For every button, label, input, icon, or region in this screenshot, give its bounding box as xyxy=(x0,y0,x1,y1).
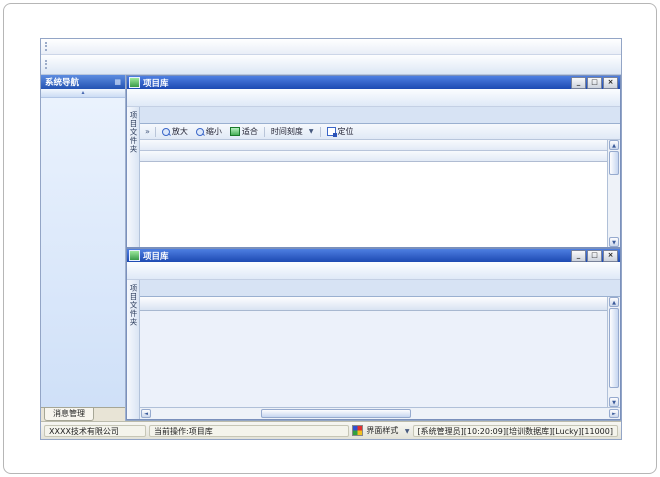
main-area: 系统导航 ▦ ▴ 消息管理 项目库 _ □ × xyxy=(41,75,621,421)
company-label: XXXX技术有限公司 xyxy=(44,425,146,437)
mdi-area: 项目库 _ □ × 项目文件夹 » 放大 xyxy=(126,75,621,421)
scroll-down-icon[interactable]: ▼ xyxy=(609,397,619,407)
current-operation-label: 当前操作:项目库 xyxy=(149,425,349,437)
gantt-toolbar: » 放大 缩小 适合 时间刻度▼ 定位 xyxy=(140,124,620,140)
sidebar-collapse-strip[interactable]: ▴ xyxy=(41,89,125,98)
scroll-thumb[interactable] xyxy=(609,151,619,175)
toolbar-overflow-icon[interactable]: » xyxy=(145,127,150,136)
session-info: [系统管理员][10:20:09][培训数据库][Lucky][11000] xyxy=(413,425,618,437)
window-title: 项目库 xyxy=(143,77,169,89)
scroll-right-icon[interactable]: ► xyxy=(609,409,619,418)
interface-style-button[interactable]: 界面样式 ▼ xyxy=(366,425,409,436)
fit-button[interactable]: 适合 xyxy=(226,126,262,137)
window-title: 项目库 xyxy=(143,250,169,262)
scroll-left-icon[interactable]: ◄ xyxy=(141,409,151,418)
minimize-icon[interactable]: _ xyxy=(571,77,586,89)
menu-bar xyxy=(41,39,621,55)
project-folder-side-tab[interactable]: 项目文件夹 xyxy=(127,107,140,247)
filter-bar xyxy=(127,262,620,280)
filter-bar xyxy=(127,89,620,107)
project-folder-side-tab[interactable]: 项目文件夹 xyxy=(127,280,140,419)
window-icon xyxy=(129,77,140,88)
magnifier-minus-icon xyxy=(196,128,204,136)
gantt-window-tabs xyxy=(140,107,620,124)
zoom-in-button[interactable]: 放大 xyxy=(158,126,192,137)
table-header xyxy=(140,297,607,311)
chevron-down-icon: ▼ xyxy=(309,128,314,135)
sidebar-bottom-tabs: 消息管理 xyxy=(41,407,125,421)
magnifier-plus-icon xyxy=(162,128,170,136)
sidebar-sections xyxy=(41,98,125,407)
minimize-icon[interactable]: _ xyxy=(571,250,586,262)
gantt-window-titlebar[interactable]: 项目库 _ □ × xyxy=(127,76,620,89)
project-library-progress-window: 项目库 _ □ × 项目文件夹 xyxy=(126,248,621,420)
table-horizontal-scrollbar[interactable]: ◄ ► xyxy=(140,407,620,419)
project-library-gantt-window: 项目库 _ □ × 项目文件夹 » 放大 xyxy=(126,75,621,248)
sidebar-title: 系统导航 ▦ xyxy=(41,75,125,89)
gantt-chart[interactable] xyxy=(140,162,607,247)
style-palette-icon xyxy=(352,425,363,436)
maximize-icon[interactable]: □ xyxy=(587,250,602,262)
app-window: 系统导航 ▦ ▴ 消息管理 项目库 _ □ × xyxy=(40,38,622,440)
chevron-down-icon: ▼ xyxy=(405,428,410,435)
tab-message-management[interactable]: 消息管理 xyxy=(44,408,94,421)
close-icon[interactable]: × xyxy=(603,77,618,89)
gantt-vertical-scrollbar[interactable]: ▲ ▼ xyxy=(607,140,620,247)
table-window-titlebar[interactable]: 项目库 _ □ × xyxy=(127,249,620,262)
maximize-icon[interactable]: □ xyxy=(587,77,602,89)
scroll-thumb[interactable] xyxy=(609,308,619,388)
window-icon xyxy=(129,250,140,261)
locate-icon xyxy=(327,127,336,136)
gantt-day-header xyxy=(140,151,607,162)
time-scale-button[interactable]: 时间刻度▼ xyxy=(267,126,318,137)
toolbar-grip xyxy=(45,60,49,69)
zoom-out-button[interactable]: 缩小 xyxy=(192,126,226,137)
sidebar: 系统导航 ▦ ▴ 消息管理 xyxy=(41,75,126,421)
sidebar-title-label: 系统导航 xyxy=(45,76,79,88)
menubar-grip xyxy=(45,42,49,51)
gantt-month-header xyxy=(140,140,607,151)
main-toolbar xyxy=(41,55,621,75)
scroll-up-icon[interactable]: ▲ xyxy=(609,140,619,150)
scroll-thumb[interactable] xyxy=(261,409,411,418)
close-icon[interactable]: × xyxy=(603,250,618,262)
sidebar-options-icon[interactable]: ▦ xyxy=(114,78,121,86)
status-bar: XXXX技术有限公司 当前操作:项目库 界面样式 ▼ [系统管理员][10:20… xyxy=(41,421,621,439)
scroll-down-icon[interactable]: ▼ xyxy=(609,237,619,247)
fit-icon xyxy=(230,127,240,136)
scroll-up-icon[interactable]: ▲ xyxy=(609,297,619,307)
table-window-tabs xyxy=(140,280,620,297)
table-vertical-scrollbar[interactable]: ▲ ▼ xyxy=(607,297,620,407)
locate-button[interactable]: 定位 xyxy=(323,126,358,137)
